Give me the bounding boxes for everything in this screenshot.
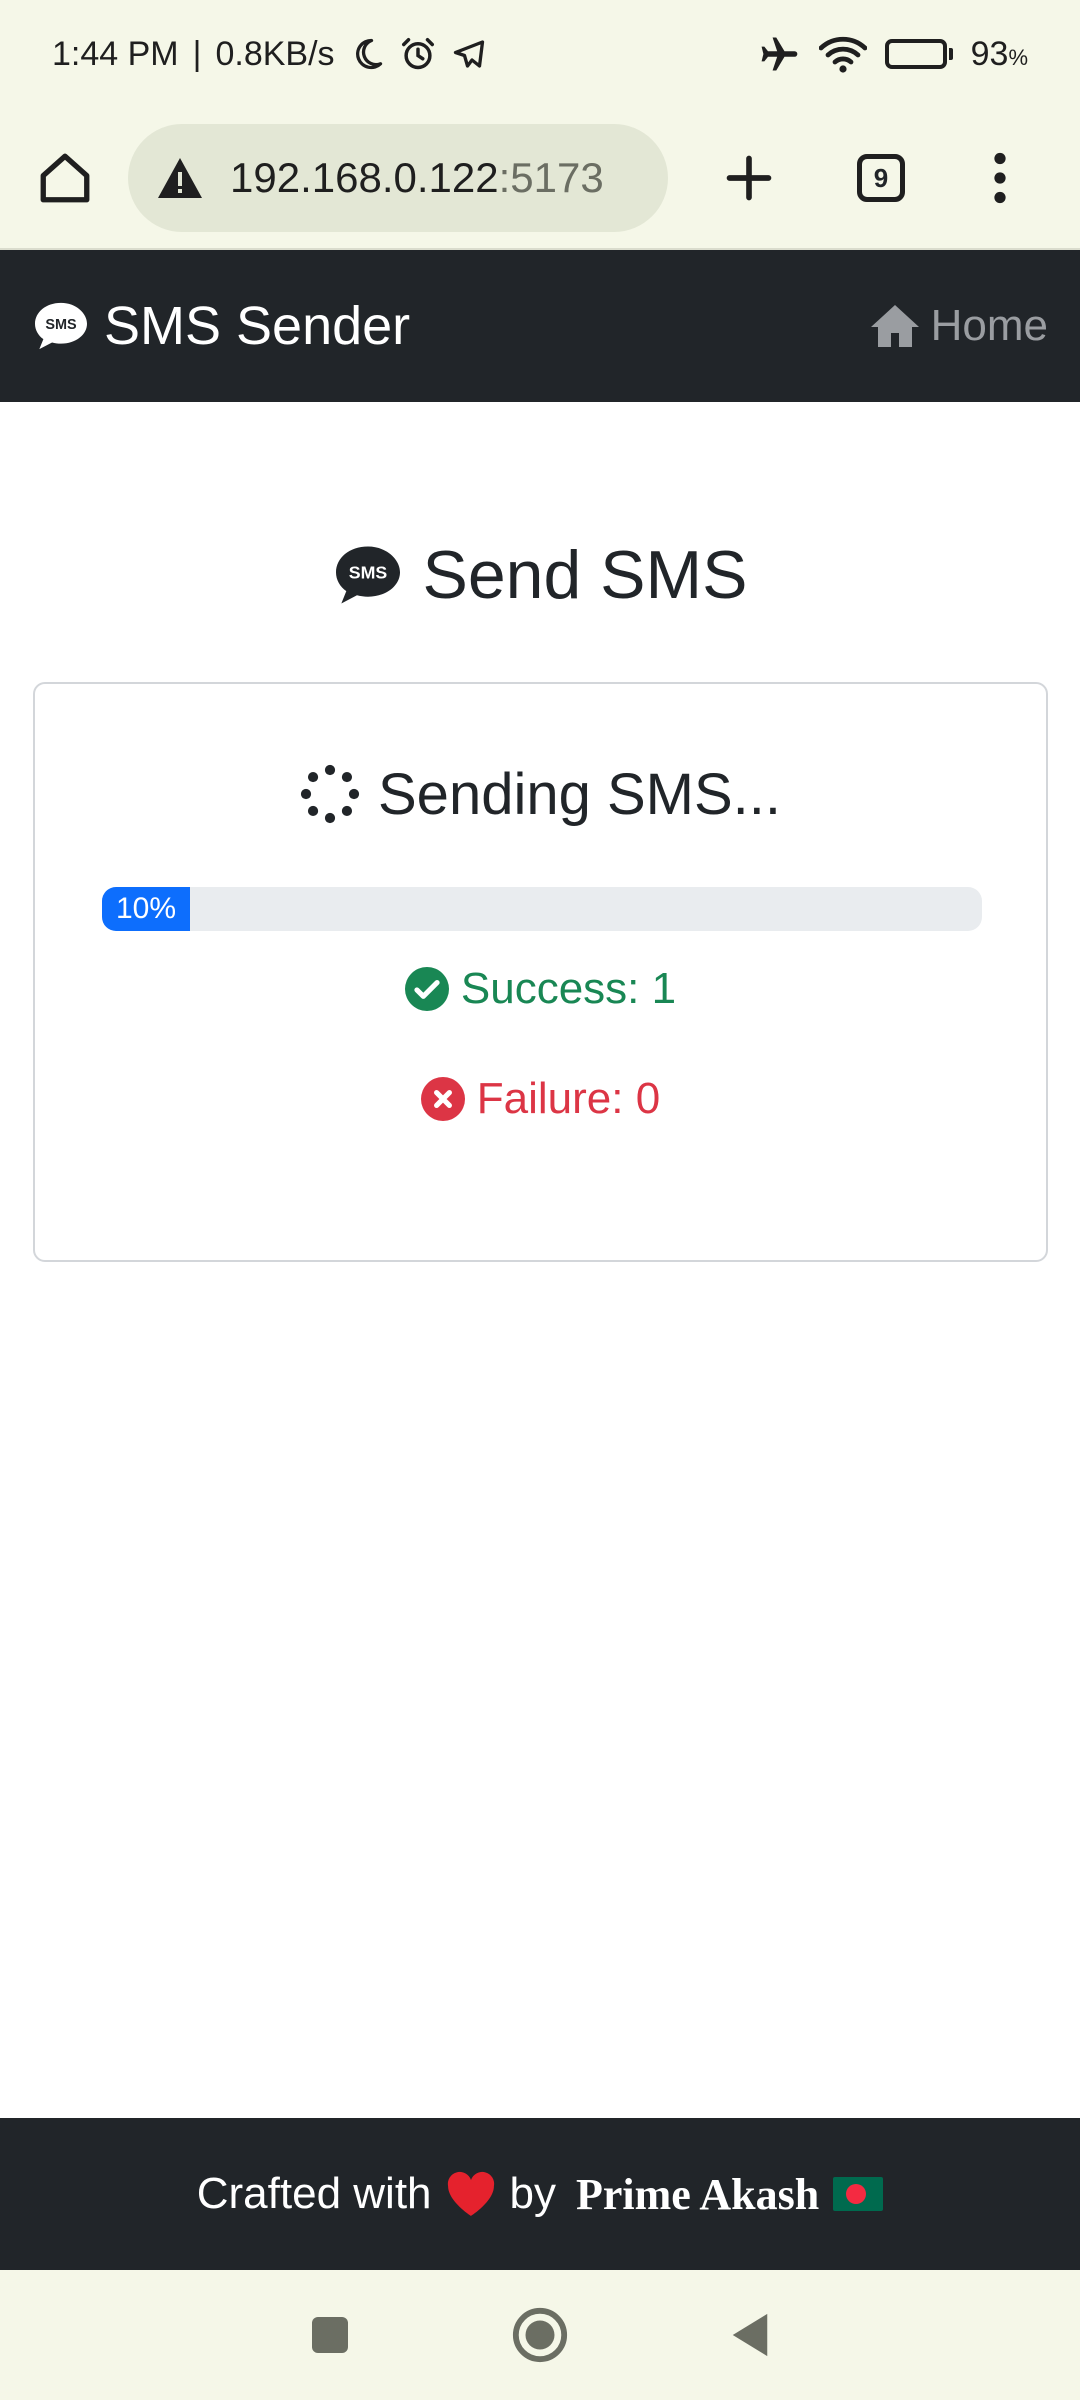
status-time: 1:44 PM (52, 34, 179, 73)
plus-icon (726, 155, 772, 201)
progress-label: 10% (115, 892, 177, 925)
status-bar: 1:44 PM | 0.8KB/s 93% (0, 0, 1080, 108)
back-button[interactable] (720, 2305, 780, 2365)
success-count: Success: 1 (35, 959, 1046, 1019)
progress-fill: 10% (102, 887, 190, 931)
home-icon (870, 305, 919, 347)
airplane-icon (757, 32, 801, 76)
brand-label: SMS Sender (104, 296, 411, 356)
check-circle-icon (404, 967, 449, 1011)
footer: Crafted with by Prime Akash (0, 2118, 1080, 2270)
url-host: 192.168.0.122 (230, 154, 499, 201)
footer-prefix: Crafted with (196, 2169, 432, 2218)
warning-icon[interactable] (156, 156, 204, 200)
circle-home-icon (512, 2307, 568, 2363)
status-left: 1:44 PM | 0.8KB/s (52, 35, 487, 74)
status-network-speed: 0.8KB/s (215, 34, 335, 73)
sending-status-text: Sending SMS... (378, 761, 781, 827)
wifi-icon (818, 34, 867, 74)
svg-text:SMS: SMS (349, 563, 388, 583)
failure-count: Failure: 0 (35, 1069, 1046, 1129)
spinner-icon (300, 764, 360, 824)
square-icon (312, 2317, 348, 2353)
navbar: SMS SMS Sender Home (0, 250, 1080, 402)
bangladesh-flag-icon (833, 2177, 884, 2211)
new-tab-button[interactable] (712, 141, 786, 215)
browser-home-button[interactable] (28, 141, 102, 215)
home-icon (40, 153, 90, 203)
more-vert-icon (994, 152, 1006, 204)
nav-home-link[interactable]: Home (869, 301, 1048, 351)
moon-icon (349, 36, 385, 72)
url-text[interactable]: 192.168.0.122:5173 (230, 154, 604, 202)
failure-text: Failure: 0 (476, 1074, 661, 1123)
browser-menu-button[interactable] (970, 141, 1030, 215)
system-nav-bar (0, 2270, 1080, 2400)
success-text: Success: 1 (460, 964, 677, 1013)
back-triangle-icon (732, 2313, 768, 2357)
page-title-text: Send SMS (422, 537, 748, 613)
x-circle-icon (420, 1077, 465, 1121)
footer-by: by (509, 2169, 556, 2218)
address-bar[interactable]: 192.168.0.122:5173 (128, 124, 668, 232)
status-right: 93% (757, 32, 1028, 76)
heart-icon (447, 2171, 494, 2216)
nav-home-label: Home (930, 301, 1048, 350)
tab-count: 9 (857, 154, 905, 202)
page-title: SMS Send SMS (0, 530, 1080, 620)
sending-status-card: Sending SMS... 10% Success: 1 Failure: 0 (33, 682, 1048, 1262)
browser-toolbar: 192.168.0.122:5173 9 (0, 108, 1080, 250)
sms-icon: SMS (35, 302, 87, 350)
navbar-brand[interactable]: SMS SMS Sender (32, 295, 410, 357)
status-separator: | (192, 34, 202, 73)
url-port: :5173 (498, 154, 604, 201)
alarm-icon (399, 35, 437, 73)
progress-bar: 10% (102, 887, 982, 931)
svg-text:SMS: SMS (45, 317, 77, 333)
home-nav-button[interactable] (510, 2305, 570, 2365)
battery-percent: 93% (970, 34, 1028, 73)
sending-heading: Sending SMS... (35, 754, 1046, 834)
telegram-icon (451, 36, 487, 72)
recents-button[interactable] (300, 2305, 360, 2365)
footer-author: Prime Akash (576, 2169, 820, 2219)
sms-icon: SMS (336, 546, 401, 604)
battery-icon (884, 39, 953, 69)
tab-switcher-button[interactable]: 9 (844, 141, 918, 215)
